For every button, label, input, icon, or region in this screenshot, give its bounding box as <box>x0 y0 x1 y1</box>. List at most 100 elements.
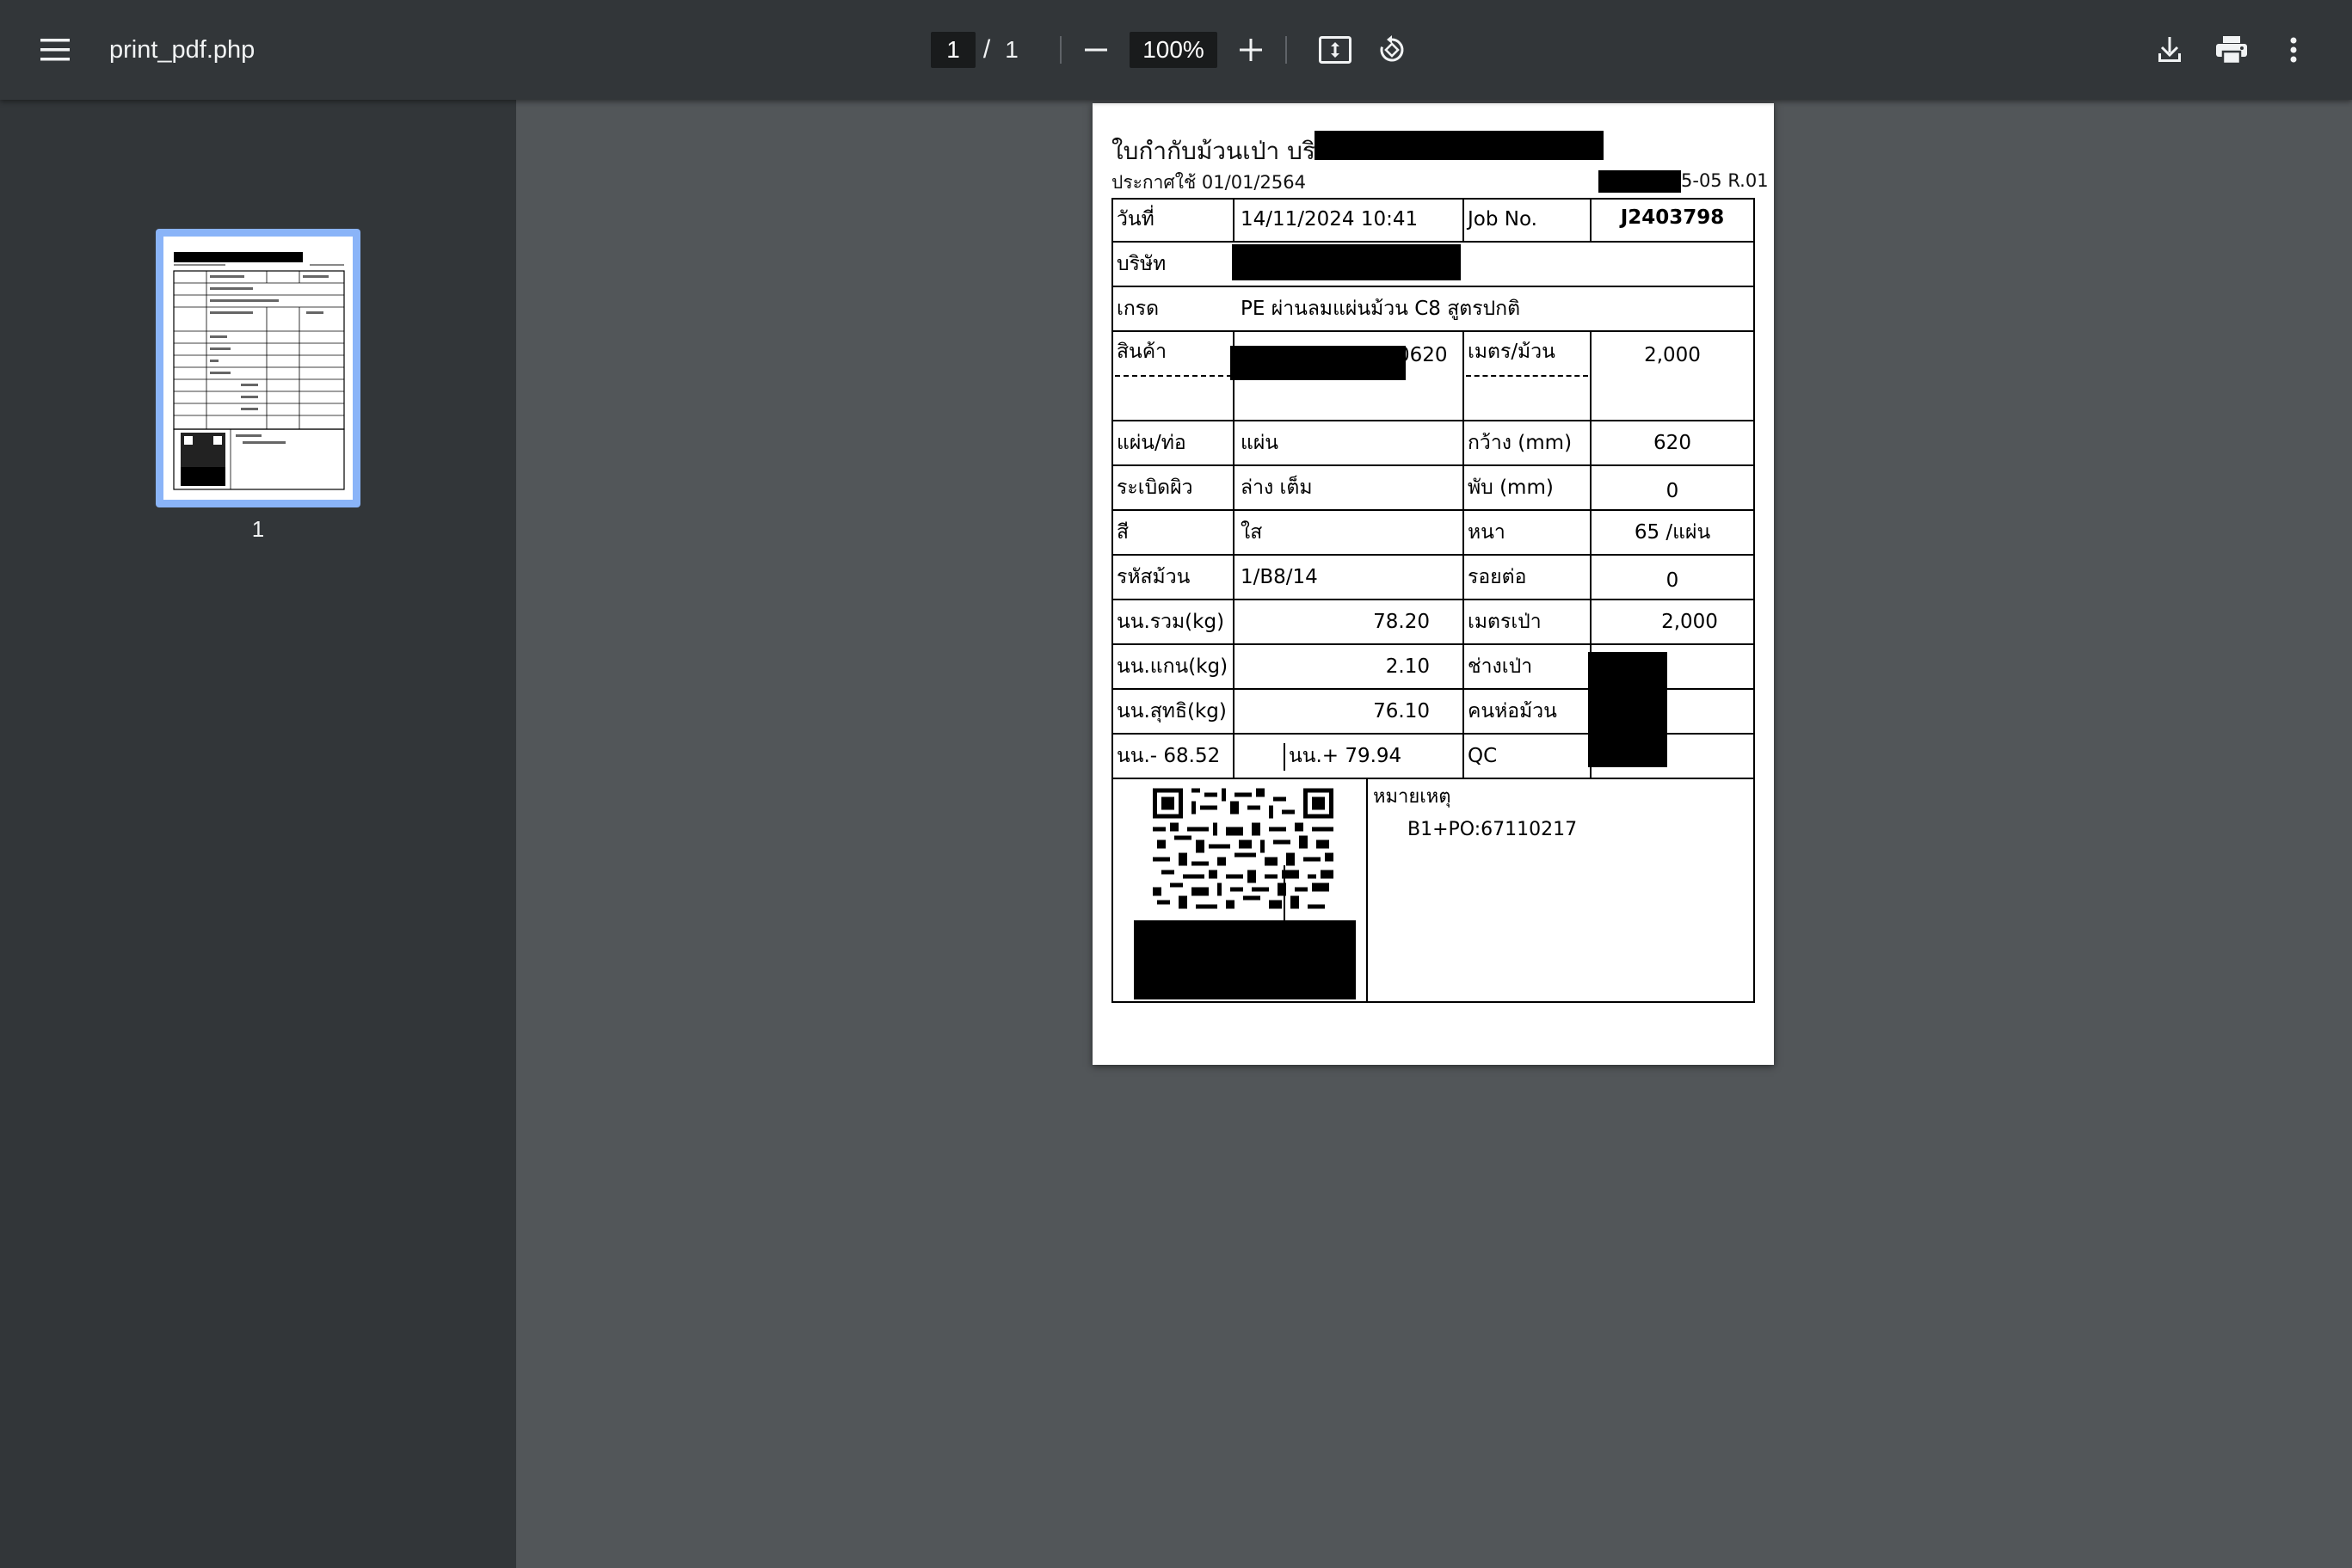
table-border <box>1753 198 1755 1003</box>
net-weight-value: 76.10 <box>1373 700 1430 723</box>
sheet-label: แผ่น/ท่อ <box>1117 432 1186 454</box>
thick-value: 65 /แผ่น <box>1634 521 1711 544</box>
footer-divider <box>1366 778 1368 1001</box>
dashed-rule <box>1466 375 1588 377</box>
thumbnail-page-preview <box>163 237 353 500</box>
zoom-input[interactable]: 100% <box>1130 32 1217 68</box>
redaction-company-heading <box>1315 131 1604 160</box>
print-button[interactable] <box>2207 26 2256 74</box>
table-rule <box>1111 330 1755 332</box>
table-rule <box>1111 554 1755 556</box>
minus-icon <box>1085 48 1107 52</box>
fold-value: 0 <box>1665 480 1679 502</box>
table-border <box>1111 198 1113 1003</box>
net-weight-label: นน.สุทธิ(kg) <box>1117 700 1227 723</box>
table-border <box>1111 198 1755 200</box>
roll-code-label: รหัสม้วน <box>1117 566 1191 588</box>
document-heading: ใบกำกับม้วนเป่า บริ <box>1111 137 1315 165</box>
document-title: print_pdf.php <box>109 36 256 64</box>
thumbnail-sidebar: 1 <box>0 100 516 1568</box>
table-rule <box>1111 420 1755 421</box>
corona-label: ระเบิดผิว <box>1117 477 1193 499</box>
table-rule <box>1111 643 1755 645</box>
table-rule <box>1233 198 1234 243</box>
document-code: 5-05 R.01 <box>1681 170 1769 191</box>
table-rule <box>1111 241 1755 243</box>
table-rule <box>1462 330 1464 778</box>
redaction-qr-lower <box>1134 920 1356 999</box>
meter-per-roll-value: 2,000 <box>1644 344 1701 366</box>
grade-value: PE ผ่านลมแผ่นม้วน C8 สูตรปกติ <box>1241 298 1521 320</box>
table-rule <box>1111 509 1755 511</box>
blown-meter-label: เมตรเป่า <box>1468 611 1542 633</box>
product-value-suffix: 0620 <box>1397 344 1448 366</box>
toolbar-divider <box>1285 36 1287 64</box>
company-label: บริษัท <box>1117 253 1167 275</box>
redaction-signatures <box>1588 652 1667 767</box>
rotate-button[interactable] <box>1368 26 1416 74</box>
more-options-button[interactable] <box>2269 26 2318 74</box>
roll-code-value: 1/B8/14 <box>1241 566 1318 588</box>
rotate-icon <box>1380 35 1404 62</box>
menu-icon <box>40 39 70 61</box>
joint-value: 0 <box>1665 569 1679 592</box>
color-value: ใส <box>1241 521 1263 544</box>
table-rule <box>1111 286 1755 287</box>
grade-label: เกรด <box>1117 298 1160 320</box>
fold-label: พับ (mm) <box>1468 477 1554 499</box>
width-label: กว้าง (mm) <box>1468 432 1573 454</box>
page-thumbnail[interactable] <box>156 229 360 507</box>
meter-per-roll-label: เมตร/ม้วน <box>1468 341 1555 363</box>
download-button[interactable] <box>2146 26 2194 74</box>
gross-weight-value: 78.20 <box>1373 611 1430 633</box>
date-value: 14/11/2024 10:41 <box>1241 208 1419 231</box>
fit-page-icon <box>1319 36 1351 64</box>
remark-label: หมายเหตุ <box>1373 786 1451 808</box>
job-value: J2403798 <box>1620 206 1725 229</box>
max-weight-label: นน.+ 79.94 <box>1289 745 1402 767</box>
date-label: วันที่ <box>1117 208 1154 231</box>
download-icon <box>2158 37 2181 62</box>
fit-to-page-button[interactable] <box>1311 26 1359 74</box>
remark-value: B1+PO:67110217 <box>1407 819 1578 840</box>
redaction-doc-code <box>1598 170 1681 193</box>
blower-label: ช่างเป่า <box>1468 655 1533 678</box>
table-rule <box>1111 599 1755 600</box>
gross-weight-label: นน.รวม(kg) <box>1117 611 1225 633</box>
redaction-product <box>1230 346 1406 380</box>
thumbnail-page-number: 1 <box>251 516 265 542</box>
thumbnail-image <box>173 252 345 490</box>
core-weight-label: นน.แกน(kg) <box>1117 655 1228 678</box>
min-weight-label: นน.- 68.52 <box>1117 745 1221 767</box>
pdf-toolbar: print_pdf.php 1 / 1 100% <box>0 0 2352 100</box>
zoom-in-button[interactable] <box>1227 26 1275 74</box>
table-rule <box>1462 198 1464 243</box>
plus-icon <box>1240 39 1262 61</box>
packer-label: คนห่อม้วน <box>1468 700 1557 723</box>
pdf-page: ใบกำกับม้วนเป่า บริ ประกาศใช้ 01/01/2564… <box>1093 103 1774 1065</box>
announce-date: ประกาศใช้ 01/01/2564 <box>1111 172 1306 193</box>
menu-button[interactable] <box>31 26 79 74</box>
redaction-company <box>1232 244 1461 280</box>
color-label: สี <box>1117 521 1130 544</box>
thick-label: หนา <box>1468 521 1505 544</box>
sheet-value: แผ่น <box>1241 432 1279 454</box>
table-border <box>1111 1001 1755 1003</box>
print-icon <box>2216 36 2247 64</box>
qc-label: QC <box>1468 745 1498 767</box>
dashed-rule <box>1115 375 1232 377</box>
product-label: สินค้า <box>1117 341 1167 363</box>
page-separator: / <box>982 35 991 64</box>
min-max-divider <box>1284 743 1285 771</box>
more-vert-icon <box>2290 37 2297 63</box>
table-rule <box>1111 464 1755 466</box>
zoom-out-button[interactable] <box>1072 26 1120 74</box>
joint-label: รอยต่อ <box>1468 566 1527 588</box>
job-label: Job No. <box>1468 208 1537 231</box>
toolbar-divider <box>1060 36 1062 64</box>
blown-meter-value: 2,000 <box>1661 611 1718 633</box>
width-value: 620 <box>1653 432 1691 454</box>
qr-code <box>1153 788 1333 922</box>
page-number-input[interactable]: 1 <box>931 32 976 68</box>
corona-value: ล่าง เต็ม <box>1241 477 1313 499</box>
